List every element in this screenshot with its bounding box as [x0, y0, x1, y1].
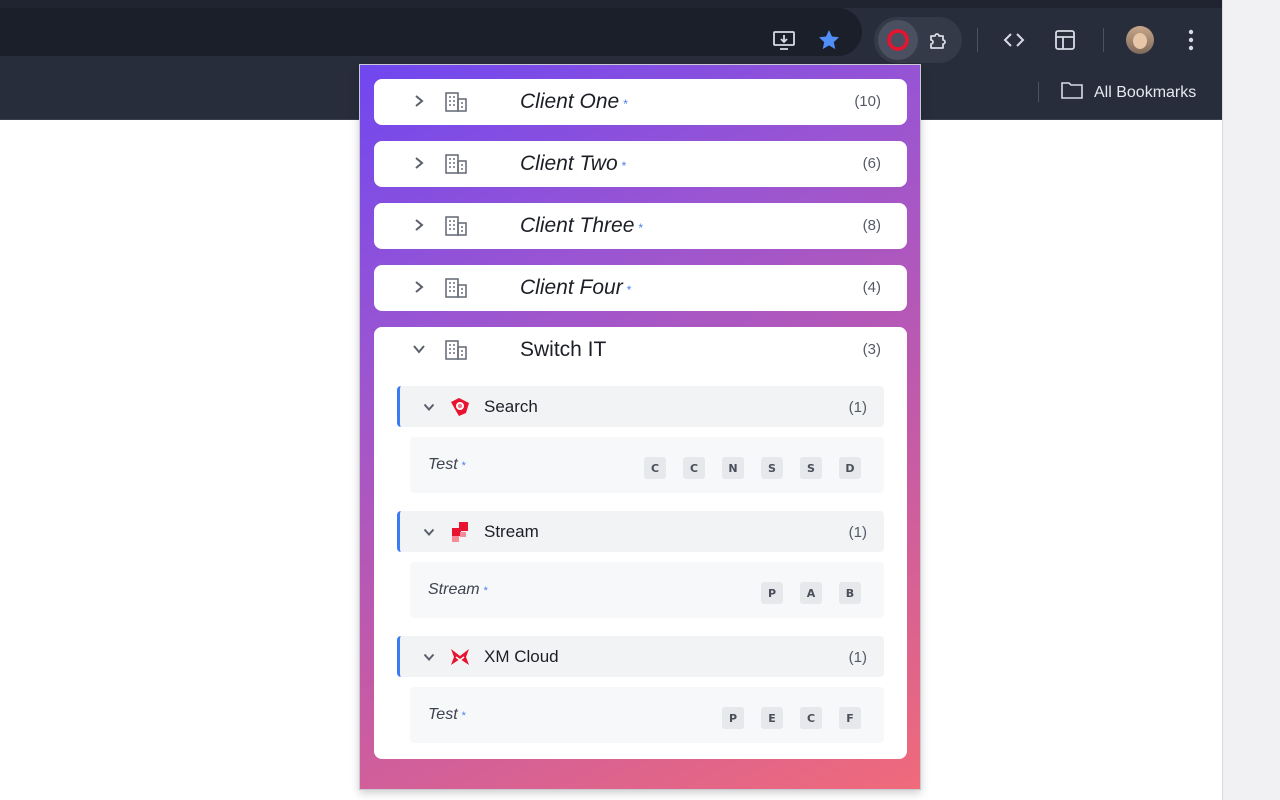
client-name: Client Two * [520, 152, 627, 175]
address-bar[interactable] [0, 8, 862, 56]
list-item[interactable]: Test * P E C F [410, 687, 884, 743]
environment-chip[interactable]: P [722, 707, 744, 729]
environment-chip[interactable]: C [683, 457, 705, 479]
stream-product-icon [448, 520, 472, 544]
client-marker: * [638, 221, 644, 235]
chevron-right-icon[interactable] [412, 277, 426, 297]
chevron-down-icon[interactable] [422, 397, 436, 417]
environment-chip[interactable]: F [839, 707, 861, 729]
client-card-four[interactable]: Client Four * (4) [374, 265, 907, 311]
environment-chips: C C N S S D [644, 457, 861, 479]
client-name: Client Three * [520, 214, 644, 237]
environment-chips: P E C F [722, 707, 861, 729]
building-icon [444, 338, 468, 362]
item-name: Test * [428, 456, 466, 473]
client-marker: * [621, 159, 627, 173]
client-card-one[interactable]: Client One * (10) [374, 79, 907, 125]
environment-chip[interactable]: P [761, 582, 783, 604]
toolbar-separator [1103, 28, 1104, 52]
section-title: Search [484, 397, 538, 416]
section-title: XM Cloud [484, 647, 559, 666]
building-icon [444, 214, 468, 238]
folder-icon [1060, 80, 1084, 105]
building-icon [444, 152, 468, 176]
list-item[interactable]: Stream * P A B [410, 562, 884, 618]
client-marker: * [623, 97, 628, 111]
section-header-search[interactable]: Search (1) [397, 386, 884, 427]
chevron-down-icon[interactable] [422, 522, 436, 542]
all-bookmarks-label: All Bookmarks [1094, 83, 1197, 101]
extension-popup: Client One * (10) Client Two * (6) Client … [359, 64, 921, 790]
section-count: (1) [848, 649, 867, 666]
client-name: Switch IT [520, 338, 607, 361]
item-marker: * [461, 460, 466, 472]
toolbar-separator [977, 28, 978, 52]
item-name: Stream * [428, 581, 488, 598]
client-card-switch-it: Switch IT (3) Search (1) Test * C C N S S… [374, 327, 907, 759]
environment-chip[interactable]: S [761, 457, 783, 479]
client-card-three[interactable]: Client Three * (8) [374, 203, 907, 249]
bookmark-star-icon[interactable] [811, 22, 847, 58]
section-title: Stream [484, 522, 539, 541]
chevron-down-icon[interactable] [412, 339, 426, 359]
client-name: Client One * [520, 90, 628, 113]
client-name: Client Four * [520, 276, 632, 299]
kebab-menu-icon[interactable] [1173, 22, 1209, 58]
section-count: (1) [848, 524, 867, 541]
environment-chip[interactable]: C [800, 707, 822, 729]
client-header-switch-it[interactable]: Switch IT (3) [374, 327, 907, 373]
chevron-down-icon[interactable] [422, 647, 436, 667]
environment-chip[interactable]: N [722, 457, 744, 479]
section-header-stream[interactable]: Stream (1) [397, 511, 884, 552]
code-icon[interactable] [996, 22, 1032, 58]
environment-chip[interactable]: A [800, 582, 822, 604]
client-count: (4) [862, 279, 881, 296]
list-item[interactable]: Test * C C N S S D [410, 437, 884, 493]
chevron-right-icon[interactable] [412, 215, 426, 235]
environment-chip[interactable]: B [839, 582, 861, 604]
chevron-right-icon[interactable] [412, 153, 426, 173]
environment-chip[interactable]: D [839, 457, 861, 479]
extension-active-icon[interactable] [878, 20, 918, 60]
client-count: (10) [854, 93, 881, 110]
environment-chip[interactable]: E [761, 707, 783, 729]
search-product-icon [448, 395, 472, 419]
building-icon [444, 90, 468, 114]
client-marker: * [626, 283, 632, 297]
client-card-two[interactable]: Client Two * (6) [374, 141, 907, 187]
building-icon [444, 276, 468, 300]
client-count: (3) [862, 341, 881, 358]
client-count: (8) [862, 217, 881, 234]
all-bookmarks-button[interactable]: All Bookmarks [1060, 80, 1196, 105]
item-name: Test * [428, 706, 466, 723]
side-panel-icon[interactable] [1047, 22, 1083, 58]
environment-chip[interactable]: S [800, 457, 822, 479]
window-top-strip [0, 0, 1222, 8]
section-header-xm-cloud[interactable]: XM Cloud (1) [397, 636, 884, 677]
xm-cloud-product-icon [448, 645, 472, 669]
client-count: (6) [862, 155, 881, 172]
item-marker: * [483, 585, 488, 597]
page-scroll-area [1222, 0, 1280, 800]
environment-chip[interactable]: C [644, 457, 666, 479]
avatar[interactable] [1126, 26, 1154, 54]
bookmarks-separator [1038, 82, 1039, 102]
item-marker: * [461, 710, 466, 722]
environment-chips: P A B [761, 582, 861, 604]
chevron-right-icon[interactable] [412, 91, 426, 111]
puzzle-icon[interactable] [921, 22, 957, 58]
section-count: (1) [848, 399, 867, 416]
install-app-icon[interactable] [766, 22, 802, 58]
